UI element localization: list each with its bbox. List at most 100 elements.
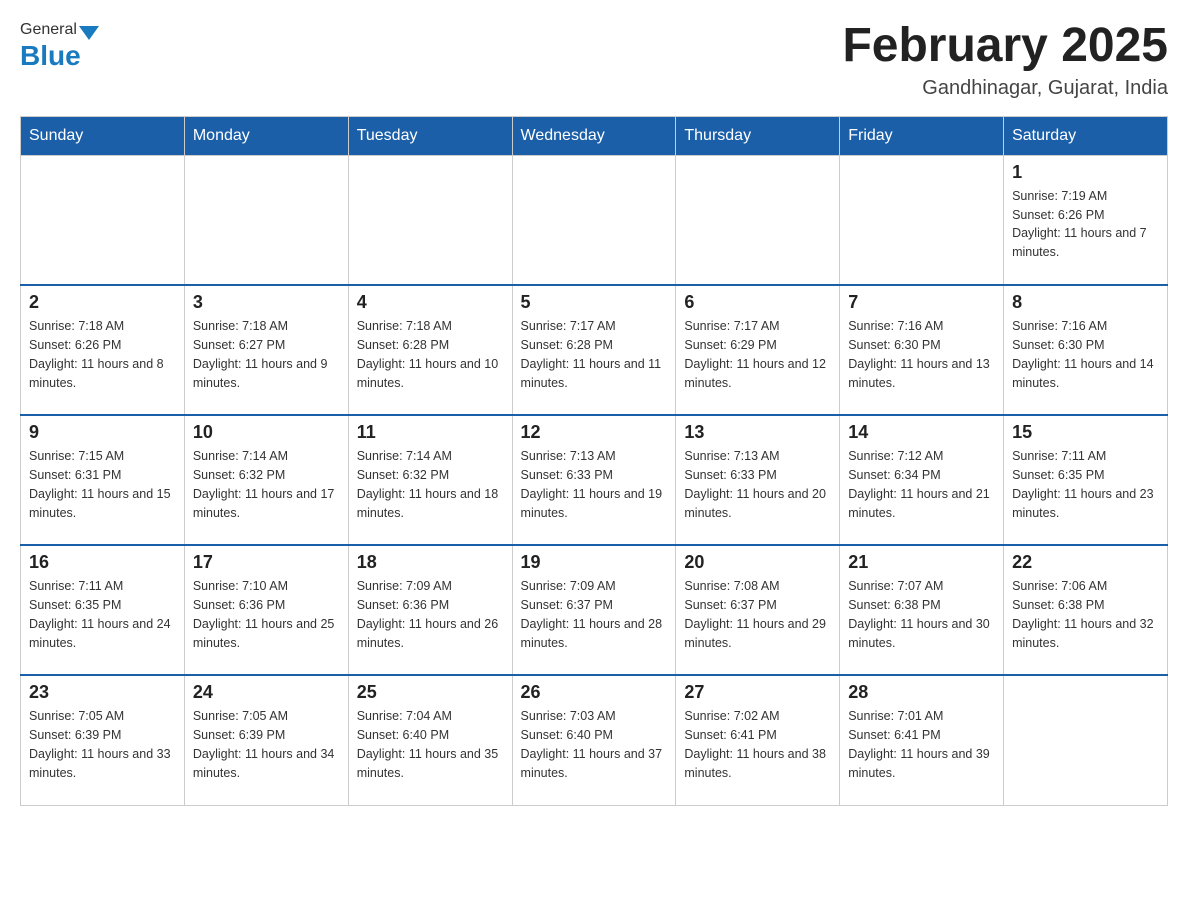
day-number: 28: [848, 682, 995, 703]
day-number: 26: [521, 682, 668, 703]
day-info: Sunrise: 7:11 AMSunset: 6:35 PMDaylight:…: [1012, 447, 1159, 522]
logo-arrow-icon: [79, 26, 99, 40]
calendar-cell: 11 Sunrise: 7:14 AMSunset: 6:32 PMDayligh…: [348, 415, 512, 545]
day-info: Sunrise: 7:04 AMSunset: 6:40 PMDaylight:…: [357, 707, 504, 782]
day-info: Sunrise: 7:10 AMSunset: 6:36 PMDaylight:…: [193, 577, 340, 652]
day-number: 24: [193, 682, 340, 703]
day-info: Sunrise: 7:06 AMSunset: 6:38 PMDaylight:…: [1012, 577, 1159, 652]
day-number: 16: [29, 552, 176, 573]
day-info: Sunrise: 7:18 AMSunset: 6:28 PMDaylight:…: [357, 317, 504, 392]
calendar-cell: 22 Sunrise: 7:06 AMSunset: 6:38 PMDayligh…: [1004, 545, 1168, 675]
day-number: 10: [193, 422, 340, 443]
day-info: Sunrise: 7:16 AMSunset: 6:30 PMDaylight:…: [848, 317, 995, 392]
day-number: 3: [193, 292, 340, 313]
calendar-cell: 8 Sunrise: 7:16 AMSunset: 6:30 PMDaylight…: [1004, 285, 1168, 415]
calendar-cell: 3 Sunrise: 7:18 AMSunset: 6:27 PMDaylight…: [184, 285, 348, 415]
logo-blue-text: Blue: [20, 40, 81, 72]
day-number: 7: [848, 292, 995, 313]
day-info: Sunrise: 7:11 AMSunset: 6:35 PMDaylight:…: [29, 577, 176, 652]
calendar-cell: 10 Sunrise: 7:14 AMSunset: 6:32 PMDayligh…: [184, 415, 348, 545]
calendar-cell: [676, 155, 840, 285]
calendar-week-row: 9 Sunrise: 7:15 AMSunset: 6:31 PMDaylight…: [21, 415, 1168, 545]
day-info: Sunrise: 7:18 AMSunset: 6:27 PMDaylight:…: [193, 317, 340, 392]
calendar-cell: 23 Sunrise: 7:05 AMSunset: 6:39 PMDayligh…: [21, 675, 185, 805]
title-block: February 2025 Gandhinagar, Gujarat, Indi…: [842, 20, 1168, 100]
page-header: General Blue February 2025 Gandhinagar, …: [20, 20, 1168, 100]
day-info: Sunrise: 7:12 AMSunset: 6:34 PMDaylight:…: [848, 447, 995, 522]
day-info: Sunrise: 7:17 AMSunset: 6:29 PMDaylight:…: [684, 317, 831, 392]
day-number: 14: [848, 422, 995, 443]
day-number: 25: [357, 682, 504, 703]
day-info: Sunrise: 7:18 AMSunset: 6:26 PMDaylight:…: [29, 317, 176, 392]
day-info: Sunrise: 7:01 AMSunset: 6:41 PMDaylight:…: [848, 707, 995, 782]
day-info: Sunrise: 7:13 AMSunset: 6:33 PMDaylight:…: [684, 447, 831, 522]
calendar-week-row: 2 Sunrise: 7:18 AMSunset: 6:26 PMDaylight…: [21, 285, 1168, 415]
day-number: 19: [521, 552, 668, 573]
day-info: Sunrise: 7:14 AMSunset: 6:32 PMDaylight:…: [357, 447, 504, 522]
weekday-header-wednesday: Wednesday: [512, 116, 676, 155]
calendar-cell: 26 Sunrise: 7:03 AMSunset: 6:40 PMDayligh…: [512, 675, 676, 805]
calendar-cell: 14 Sunrise: 7:12 AMSunset: 6:34 PMDayligh…: [840, 415, 1004, 545]
calendar-week-row: 1Sunrise: 7:19 AMSunset: 6:26 PMDaylight…: [21, 155, 1168, 285]
calendar-cell: [512, 155, 676, 285]
day-number: 8: [1012, 292, 1159, 313]
calendar-cell: 7 Sunrise: 7:16 AMSunset: 6:30 PMDaylight…: [840, 285, 1004, 415]
logo-general-text: General: [20, 21, 77, 39]
day-number: 15: [1012, 422, 1159, 443]
day-number: 4: [357, 292, 504, 313]
day-info: Sunrise: 7:02 AMSunset: 6:41 PMDaylight:…: [684, 707, 831, 782]
calendar-cell: 28 Sunrise: 7:01 AMSunset: 6:41 PMDayligh…: [840, 675, 1004, 805]
weekday-header-saturday: Saturday: [1004, 116, 1168, 155]
month-title: February 2025: [842, 20, 1168, 73]
calendar-cell: 20 Sunrise: 7:08 AMSunset: 6:37 PMDayligh…: [676, 545, 840, 675]
day-info: Sunrise: 7:03 AMSunset: 6:40 PMDaylight:…: [521, 707, 668, 782]
day-info: Sunrise: 7:14 AMSunset: 6:32 PMDaylight:…: [193, 447, 340, 522]
day-info: Sunrise: 7:13 AMSunset: 6:33 PMDaylight:…: [521, 447, 668, 522]
calendar-table: SundayMondayTuesdayWednesdayThursdayFrid…: [20, 116, 1168, 806]
day-number: 18: [357, 552, 504, 573]
calendar-cell: 4 Sunrise: 7:18 AMSunset: 6:28 PMDaylight…: [348, 285, 512, 415]
day-number: 21: [848, 552, 995, 573]
day-number: 9: [29, 422, 176, 443]
day-info: Sunrise: 7:05 AMSunset: 6:39 PMDaylight:…: [193, 707, 340, 782]
day-number: 12: [521, 422, 668, 443]
calendar-week-row: 16 Sunrise: 7:11 AMSunset: 6:35 PMDayligh…: [21, 545, 1168, 675]
day-number: 23: [29, 682, 176, 703]
calendar-cell: 16 Sunrise: 7:11 AMSunset: 6:35 PMDayligh…: [21, 545, 185, 675]
calendar-cell: 25 Sunrise: 7:04 AMSunset: 6:40 PMDayligh…: [348, 675, 512, 805]
day-number: 5: [521, 292, 668, 313]
calendar-cell: [348, 155, 512, 285]
calendar-cell: 1Sunrise: 7:19 AMSunset: 6:26 PMDaylight…: [1004, 155, 1168, 285]
day-info: Sunrise: 7:16 AMSunset: 6:30 PMDaylight:…: [1012, 317, 1159, 392]
calendar-cell: 13 Sunrise: 7:13 AMSunset: 6:33 PMDayligh…: [676, 415, 840, 545]
day-number: 17: [193, 552, 340, 573]
day-number: 22: [1012, 552, 1159, 573]
day-number: 11: [357, 422, 504, 443]
day-info: Sunrise: 7:05 AMSunset: 6:39 PMDaylight:…: [29, 707, 176, 782]
day-info: Sunrise: 7:15 AMSunset: 6:31 PMDaylight:…: [29, 447, 176, 522]
day-info: Sunrise: 7:08 AMSunset: 6:37 PMDaylight:…: [684, 577, 831, 652]
weekday-header-row: SundayMondayTuesdayWednesdayThursdayFrid…: [21, 116, 1168, 155]
calendar-cell: [21, 155, 185, 285]
weekday-header-friday: Friday: [840, 116, 1004, 155]
calendar-cell: 2 Sunrise: 7:18 AMSunset: 6:26 PMDaylight…: [21, 285, 185, 415]
day-number: 2: [29, 292, 176, 313]
day-number: 20: [684, 552, 831, 573]
calendar-cell: 9 Sunrise: 7:15 AMSunset: 6:31 PMDaylight…: [21, 415, 185, 545]
weekday-header-monday: Monday: [184, 116, 348, 155]
weekday-header-tuesday: Tuesday: [348, 116, 512, 155]
calendar-cell: [1004, 675, 1168, 805]
day-info: Sunrise: 7:09 AMSunset: 6:36 PMDaylight:…: [357, 577, 504, 652]
calendar-cell: [184, 155, 348, 285]
calendar-cell: 19Sunrise: 7:09 AMSunset: 6:37 PMDayligh…: [512, 545, 676, 675]
calendar-cell: 12 Sunrise: 7:13 AMSunset: 6:33 PMDayligh…: [512, 415, 676, 545]
day-info: Sunrise: 7:19 AMSunset: 6:26 PMDaylight:…: [1012, 187, 1159, 262]
calendar-week-row: 23 Sunrise: 7:05 AMSunset: 6:39 PMDayligh…: [21, 675, 1168, 805]
location-text: Gandhinagar, Gujarat, India: [842, 77, 1168, 100]
weekday-header-thursday: Thursday: [676, 116, 840, 155]
day-number: 13: [684, 422, 831, 443]
day-number: 27: [684, 682, 831, 703]
day-number: 6: [684, 292, 831, 313]
logo: General Blue: [20, 20, 99, 72]
calendar-cell: 24 Sunrise: 7:05 AMSunset: 6:39 PMDayligh…: [184, 675, 348, 805]
